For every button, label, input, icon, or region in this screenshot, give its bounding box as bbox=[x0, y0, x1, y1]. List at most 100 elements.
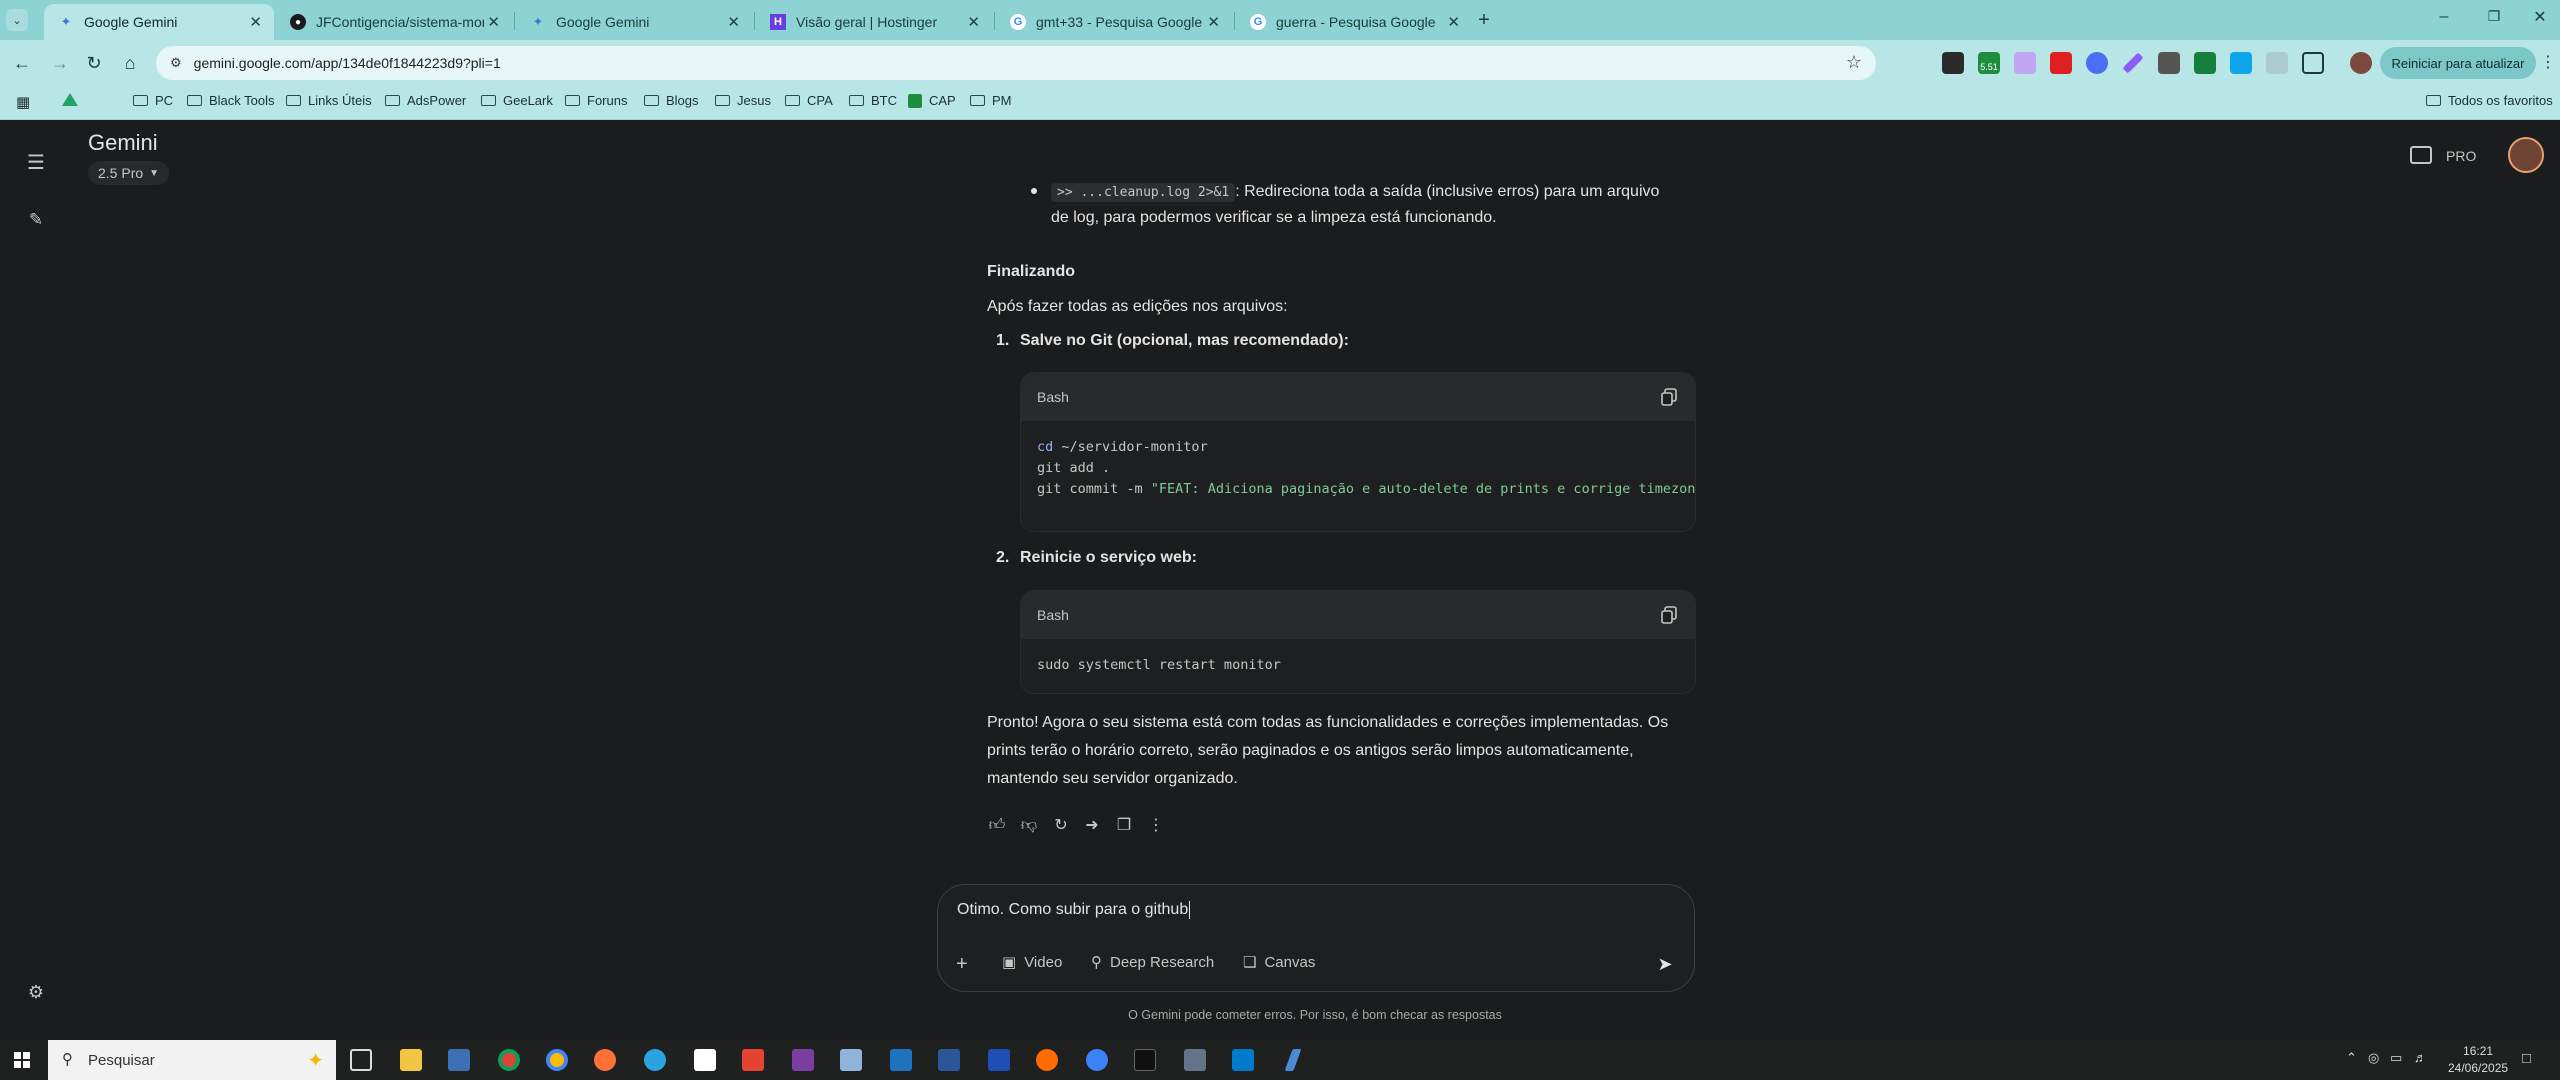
bookmark-folder-geelark[interactable]: GeeLark bbox=[481, 93, 553, 108]
share-icon[interactable]: ➜ bbox=[1081, 814, 1103, 836]
restore-button[interactable]: ❐ bbox=[2482, 8, 2506, 32]
tab-search-icon[interactable]: ⌄ bbox=[6, 9, 28, 31]
update-button[interactable]: Reiniciar para atualizar bbox=[2380, 47, 2536, 79]
settings-gear-icon[interactable]: ⚙ bbox=[24, 980, 48, 1004]
close-icon[interactable]: ✕ bbox=[1207, 13, 1220, 31]
window-close-button[interactable]: ✕ bbox=[2528, 7, 2552, 31]
notifications-icon[interactable]: □ bbox=[2522, 1050, 2531, 1067]
bookmark-folder-blogs[interactable]: Blogs bbox=[644, 93, 699, 108]
minimize-button[interactable]: – bbox=[2432, 8, 2456, 32]
tray-app-icon[interactable]: ◎ bbox=[2368, 1050, 2379, 1066]
task-view-icon[interactable] bbox=[350, 1049, 372, 1071]
close-icon[interactable]: ✕ bbox=[967, 13, 980, 31]
todoist-icon[interactable] bbox=[742, 1049, 764, 1071]
new-tab-button[interactable]: + bbox=[1472, 8, 1496, 32]
app-icon[interactable] bbox=[1184, 1049, 1206, 1071]
bookmark-folder-black-tools[interactable]: Black Tools bbox=[187, 93, 275, 108]
extension-icon[interactable] bbox=[1942, 52, 1964, 74]
app-icon[interactable] bbox=[1284, 1049, 1302, 1071]
firefox-icon[interactable] bbox=[594, 1049, 616, 1071]
extension-icon[interactable] bbox=[2158, 52, 2180, 74]
tab-google-gemini-active[interactable]: ✦ Google Gemini ✕ bbox=[44, 4, 274, 40]
video-tool-button[interactable]: ▣ Video bbox=[1002, 953, 1062, 972]
back-icon[interactable]: ← bbox=[8, 49, 36, 77]
close-icon[interactable]: ✕ bbox=[487, 13, 500, 31]
app-icon[interactable] bbox=[890, 1049, 912, 1071]
tab-pesquisa-guerra[interactable]: G guerra - Pesquisa Google ✕ bbox=[1236, 4, 1472, 40]
site-info-icon[interactable]: ⚙ bbox=[170, 55, 182, 71]
bookmark-folder-pm[interactable]: PM bbox=[970, 93, 1012, 108]
bookmark-folder-btc[interactable]: BTC bbox=[849, 93, 897, 108]
tray-chevron-icon[interactable]: ⌃ bbox=[2346, 1050, 2357, 1066]
tab-hostinger[interactable]: H Visão geral | Hostinger ✕ bbox=[756, 4, 992, 40]
copy-icon[interactable] bbox=[1661, 606, 1677, 624]
thumbs-up-icon[interactable]: 👍︎ bbox=[986, 814, 1008, 836]
extension-icon[interactable] bbox=[2014, 52, 2036, 74]
menu-kebab-icon[interactable]: ⋮ bbox=[2540, 52, 2556, 72]
word-icon[interactable] bbox=[938, 1049, 960, 1071]
share-screen-icon[interactable] bbox=[2410, 146, 2432, 164]
bookmark-folder-pc[interactable]: PC bbox=[133, 93, 173, 108]
model-selector[interactable]: 2.5 Pro ▼ bbox=[88, 161, 170, 185]
bookmark-folder-foruns[interactable]: Foruns bbox=[565, 93, 627, 108]
youtube-extension-icon[interactable] bbox=[2050, 52, 2072, 74]
tab-github[interactable]: ● JFContigencia/sistema-monitor ✕ bbox=[276, 4, 512, 40]
prompt-input-text[interactable]: Otimo. Como subir para o github bbox=[957, 901, 1191, 919]
reload-icon[interactable]: ↻ bbox=[80, 49, 108, 77]
deep-research-button[interactable]: ⚲ Deep Research bbox=[1091, 953, 1214, 972]
file-explorer-icon[interactable] bbox=[400, 1049, 422, 1071]
drive-icon[interactable] bbox=[62, 93, 78, 106]
network-icon[interactable]: ▭ bbox=[2390, 1050, 2402, 1066]
app-icon[interactable] bbox=[792, 1049, 814, 1071]
app-icon[interactable] bbox=[840, 1049, 862, 1071]
extensions-puzzle-icon[interactable] bbox=[2302, 52, 2324, 74]
bookmark-folder-cpa[interactable]: CPA bbox=[785, 93, 833, 108]
app-icon[interactable] bbox=[988, 1049, 1010, 1071]
close-icon[interactable]: ✕ bbox=[249, 13, 262, 31]
regenerate-icon[interactable]: ↻ bbox=[1050, 814, 1072, 836]
chrome-icon[interactable] bbox=[498, 1049, 520, 1071]
pen-extension-icon[interactable] bbox=[2122, 52, 2144, 74]
extension-icon[interactable] bbox=[2194, 52, 2216, 74]
chrome-profile-icon[interactable] bbox=[546, 1049, 568, 1071]
canvas-tool-button[interactable]: ❏ Canvas bbox=[1243, 953, 1315, 972]
address-bar[interactable]: ⚙ gemini.google.com/app/134de0f1844223d9… bbox=[156, 46, 1876, 80]
extension-icon[interactable] bbox=[2230, 52, 2252, 74]
send-icon[interactable]: ➤ bbox=[1651, 950, 1679, 978]
vscode-icon[interactable] bbox=[1232, 1049, 1254, 1071]
app-icon[interactable] bbox=[1086, 1049, 1108, 1071]
telegram-icon[interactable] bbox=[644, 1049, 666, 1071]
app-icon[interactable] bbox=[1036, 1049, 1058, 1071]
extension-icon[interactable] bbox=[2266, 52, 2288, 74]
forward-icon[interactable]: → bbox=[46, 49, 74, 77]
bookmark-folder-jesus[interactable]: Jesus bbox=[715, 93, 771, 108]
tab-pesquisa-gmt[interactable]: G gmt+33 - Pesquisa Google ✕ bbox=[996, 4, 1232, 40]
bookmark-folder-adspower[interactable]: AdsPower bbox=[385, 93, 466, 108]
bookmark-star-icon[interactable]: ☆ bbox=[1846, 52, 1862, 73]
copy-response-icon[interactable]: ❐ bbox=[1113, 814, 1135, 836]
user-avatar[interactable] bbox=[2508, 137, 2544, 173]
apps-grid-icon[interactable]: ▦ bbox=[16, 93, 30, 111]
windows-start-icon[interactable] bbox=[14, 1052, 30, 1068]
terminal-icon[interactable] bbox=[1134, 1049, 1156, 1071]
all-bookmarks[interactable]: Todos os favoritos bbox=[2426, 93, 2553, 108]
close-icon[interactable]: ✕ bbox=[1447, 13, 1460, 31]
notion-icon[interactable] bbox=[694, 1049, 716, 1071]
taskbar-clock[interactable]: 16:21 24/06/2025 bbox=[2448, 1043, 2508, 1077]
new-chat-icon[interactable]: ✎ bbox=[24, 208, 48, 232]
bookmark-folder-links-uteis[interactable]: Links Úteis bbox=[286, 93, 372, 108]
extension-badge-icon[interactable]: 5.51 bbox=[1978, 52, 2000, 74]
more-options-icon[interactable]: ⋮ bbox=[1145, 814, 1167, 836]
profile-avatar-icon[interactable] bbox=[2350, 52, 2372, 74]
bookmark-cap[interactable]: CAP bbox=[908, 93, 956, 108]
add-attachment-icon[interactable]: + bbox=[956, 953, 968, 976]
tab-google-gemini-2[interactable]: ✦ Google Gemini ✕ bbox=[516, 4, 752, 40]
copy-icon[interactable] bbox=[1661, 388, 1677, 406]
calculator-icon[interactable] bbox=[448, 1049, 470, 1071]
thumbs-down-icon[interactable]: 👎︎ bbox=[1018, 814, 1040, 836]
taskbar-search[interactable]: ⚲ Pesquisar ✦ bbox=[48, 1040, 336, 1080]
hamburger-menu-icon[interactable]: ☰ bbox=[24, 150, 48, 174]
extension-icon[interactable] bbox=[2086, 52, 2108, 74]
close-icon[interactable]: ✕ bbox=[727, 13, 740, 31]
volume-icon[interactable]: ♬ bbox=[2414, 1050, 2427, 1065]
